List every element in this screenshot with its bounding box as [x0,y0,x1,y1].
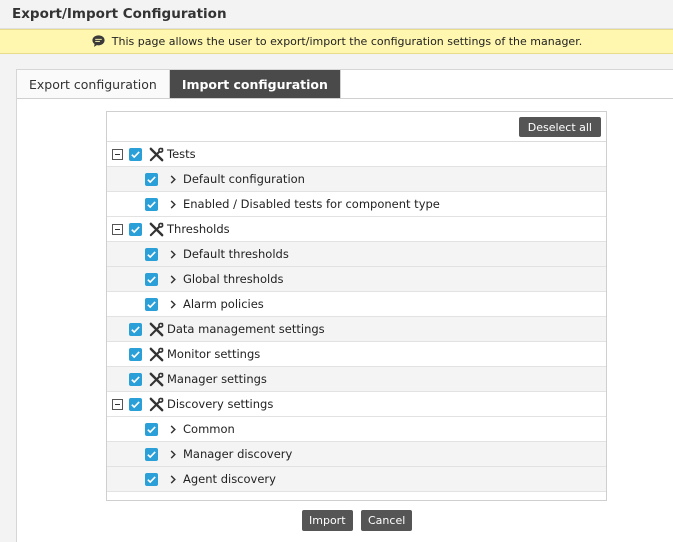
tools-icon [149,397,164,412]
chevron-right-icon[interactable] [169,474,177,485]
tree-row-tests: Tests [107,142,606,167]
check-icon [131,351,140,359]
tree-row-monitor-settings: Monitor settings [107,342,606,367]
check-icon [147,176,156,184]
check-icon [131,226,140,234]
collapse-icon[interactable] [112,224,123,235]
tab-export-configuration[interactable]: Export configuration [17,70,170,98]
chevron-right-icon[interactable] [169,199,177,210]
tree-label: Discovery settings [167,397,274,411]
chevron-right-icon[interactable] [169,299,177,310]
tab-import-configuration[interactable]: Import configuration [169,70,341,98]
speech-bubble-icon [92,35,105,47]
tree-label: Default configuration [183,172,305,186]
tools-icon [149,322,164,337]
default-configuration-checkbox[interactable] [145,173,158,186]
check-icon [131,151,140,159]
check-icon [147,451,156,459]
tree-label: Data management settings [167,322,325,336]
alarm-policies-checkbox[interactable] [145,298,158,311]
tools-icon [149,147,164,162]
chevron-right-icon[interactable] [169,249,177,260]
global-thresholds-checkbox[interactable] [145,273,158,286]
info-banner: This page allows the user to export/impo… [0,29,673,54]
chevron-right-icon[interactable] [169,274,177,285]
tools-icon [149,372,164,387]
tree-row-common: Common [107,417,606,442]
tree-row-manager-discovery: Manager discovery [107,442,606,467]
manager-settings-checkbox[interactable] [129,373,142,386]
agent-discovery-checkbox[interactable] [145,473,158,486]
tools-icon [149,347,164,362]
check-icon [147,201,156,209]
check-icon [131,401,140,409]
tree-label: Tests [167,147,196,161]
data-management-settings-checkbox[interactable] [129,323,142,336]
tab-divider [17,98,673,99]
chevron-right-icon[interactable] [169,424,177,435]
collapse-icon[interactable] [112,399,123,410]
tab-bar: Export configuration Import configuratio… [17,70,341,98]
configuration-tree: Deselect all Tests Default configuration… [106,111,607,501]
tree-row-data-management-settings: Data management settings [107,317,606,342]
info-text: This page allows the user to export/impo… [111,35,583,48]
check-icon [147,251,156,259]
tools-icon [149,222,164,237]
tree-label: Enabled / Disabled tests for component t… [183,197,440,211]
tree-label: Monitor settings [167,347,261,361]
check-icon [147,476,156,484]
tree-row-agent-discovery: Agent discovery [107,467,606,492]
monitor-settings-checkbox[interactable] [129,348,142,361]
tree-label: Manager discovery [183,447,293,461]
default-thresholds-checkbox[interactable] [145,248,158,261]
check-icon [147,276,156,284]
tree-label: Alarm policies [183,297,264,311]
tree-row-discovery-settings: Discovery settings [107,392,606,417]
collapse-icon[interactable] [112,149,123,160]
tree-label: Manager settings [167,372,267,386]
tree-row-alarm-policies: Alarm policies [107,292,606,317]
enabled-disabled-tests-checkbox[interactable] [145,198,158,211]
tree-row-manager-settings: Manager settings [107,367,606,392]
tree-label: Global thresholds [183,272,284,286]
chevron-right-icon[interactable] [169,174,177,185]
import-button[interactable]: Import [302,510,353,531]
tree-toolbar: Deselect all [107,112,606,142]
tree-row-enabled-disabled-tests: Enabled / Disabled tests for component t… [107,192,606,217]
tree-label: Agent discovery [183,472,276,486]
page-title: Export/Import Configuration [0,0,673,29]
cancel-button[interactable]: Cancel [361,510,413,531]
tree-label: Common [183,422,235,436]
check-icon [131,376,140,384]
check-icon [147,301,156,309]
tree-label: Default thresholds [183,247,289,261]
check-icon [131,326,140,334]
tree-label: Thresholds [167,222,230,236]
discovery-settings-checkbox[interactable] [129,398,142,411]
chevron-right-icon[interactable] [169,449,177,460]
tree-row-global-thresholds: Global thresholds [107,267,606,292]
tests-checkbox[interactable] [129,148,142,161]
common-checkbox[interactable] [145,423,158,436]
thresholds-checkbox[interactable] [129,223,142,236]
tree-row-default-thresholds: Default thresholds [107,242,606,267]
config-panel: Export configuration Import configuratio… [16,69,673,542]
manager-discovery-checkbox[interactable] [145,448,158,461]
tree-row-thresholds: Thresholds [107,217,606,242]
tree-row-default-configuration: Default configuration [107,167,606,192]
deselect-all-button[interactable]: Deselect all [518,117,601,137]
check-icon [147,426,156,434]
